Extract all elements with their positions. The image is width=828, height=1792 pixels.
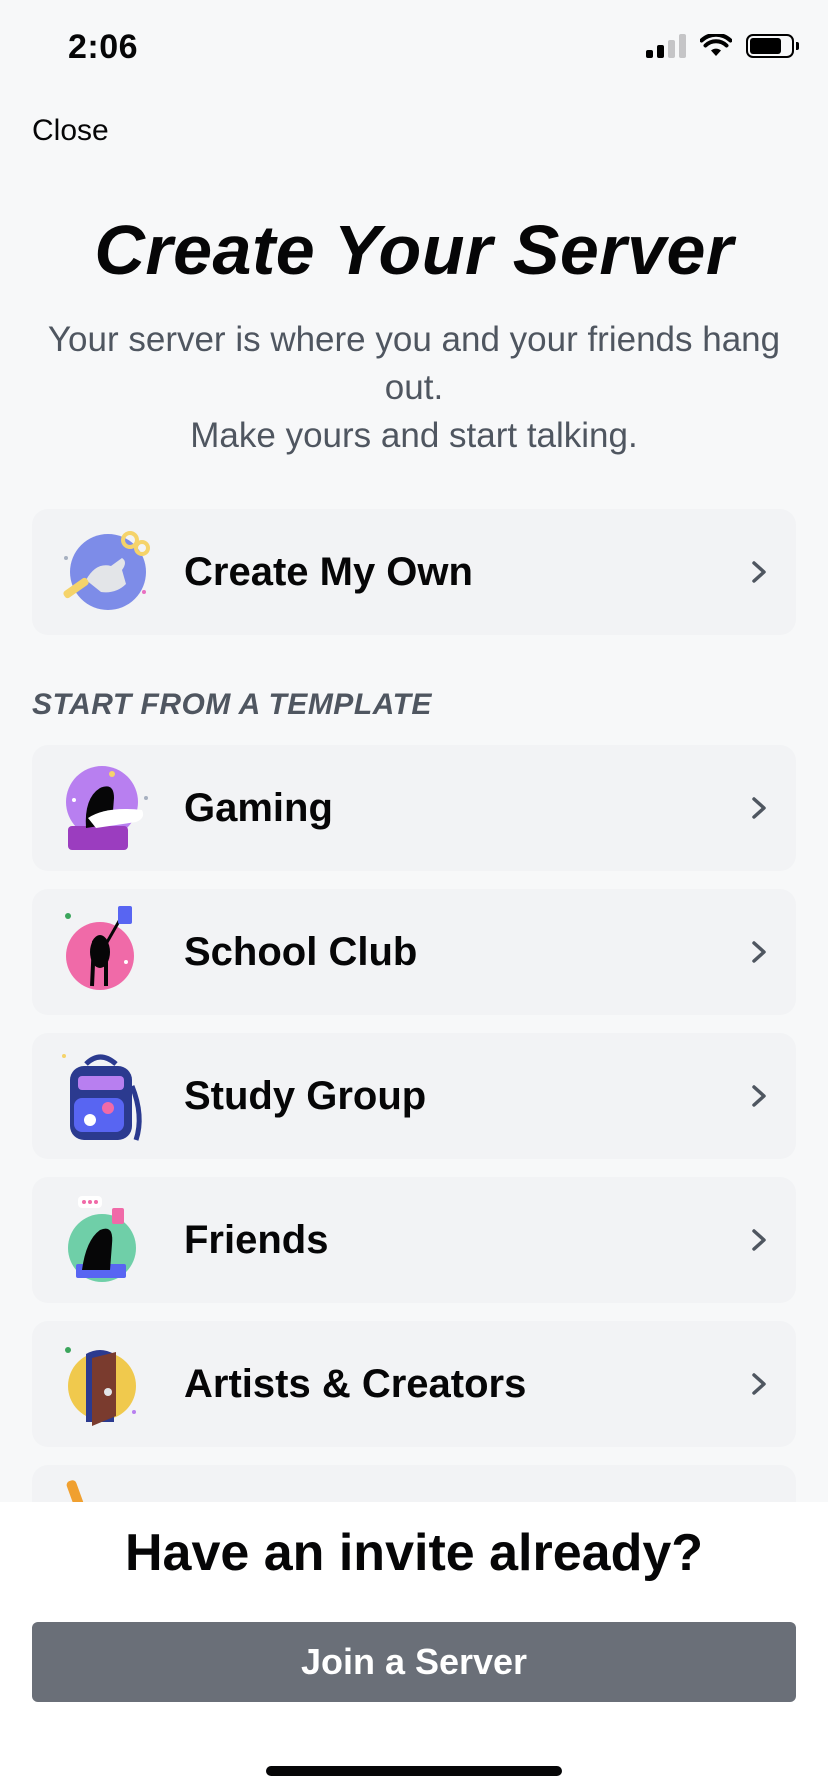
chevron-right-icon bbox=[752, 941, 766, 963]
chevron-right-icon bbox=[752, 1229, 766, 1251]
chevron-right-icon bbox=[752, 1085, 766, 1107]
cellular-signal-icon bbox=[646, 34, 686, 58]
friends-illustration-icon bbox=[68, 1196, 136, 1282]
template-gaming-button[interactable]: Gaming bbox=[32, 745, 796, 871]
template-study-group-label: Study Group bbox=[184, 1074, 427, 1118]
template-artists-creators-button[interactable]: Artists & Creators bbox=[32, 1321, 796, 1447]
join-server-button[interactable]: Join a Server bbox=[32, 1622, 796, 1702]
template-school-club-button[interactable]: School Club bbox=[32, 889, 796, 1015]
artists-illustration-icon bbox=[65, 1347, 136, 1426]
chevron-right-icon bbox=[752, 797, 766, 819]
status-bar: 2:06 bbox=[0, 0, 828, 100]
page-subtitle: Your server is where you and your friend… bbox=[30, 316, 798, 460]
template-study-group-button[interactable]: Study Group bbox=[32, 1033, 796, 1159]
status-icons bbox=[646, 34, 799, 58]
status-time: 2:06 bbox=[68, 28, 139, 66]
battery-icon bbox=[746, 34, 799, 58]
template-friends-label: Friends bbox=[184, 1218, 329, 1262]
template-section-label: START FROM A TEMPLATE bbox=[32, 688, 432, 721]
template-artists-creators-label: Artists & Creators bbox=[184, 1362, 527, 1406]
template-gaming-label: Gaming bbox=[184, 786, 333, 830]
wifi-icon bbox=[700, 34, 732, 56]
create-my-own-button[interactable]: Create My Own bbox=[32, 509, 796, 635]
page-title: Create Your Server bbox=[94, 211, 734, 289]
subtitle-line-1: Your server is where you and your friend… bbox=[47, 320, 781, 407]
school-club-illustration-icon bbox=[65, 906, 134, 990]
subtitle-line-2: Make yours and start talking. bbox=[190, 416, 638, 455]
invite-question: Have an invite already? bbox=[124, 1524, 704, 1582]
create-own-illustration-icon bbox=[63, 531, 150, 610]
template-school-club-label: School Club bbox=[184, 930, 418, 974]
create-my-own-label: Create My Own bbox=[184, 550, 473, 594]
close-button[interactable]: Close bbox=[32, 114, 109, 148]
study-group-illustration-icon bbox=[62, 1054, 142, 1141]
chevron-right-icon bbox=[752, 561, 766, 583]
home-indicator bbox=[266, 1766, 562, 1776]
template-friends-button[interactable]: Friends bbox=[32, 1177, 796, 1303]
chevron-right-icon bbox=[752, 1373, 766, 1395]
gaming-illustration-icon bbox=[66, 766, 148, 850]
